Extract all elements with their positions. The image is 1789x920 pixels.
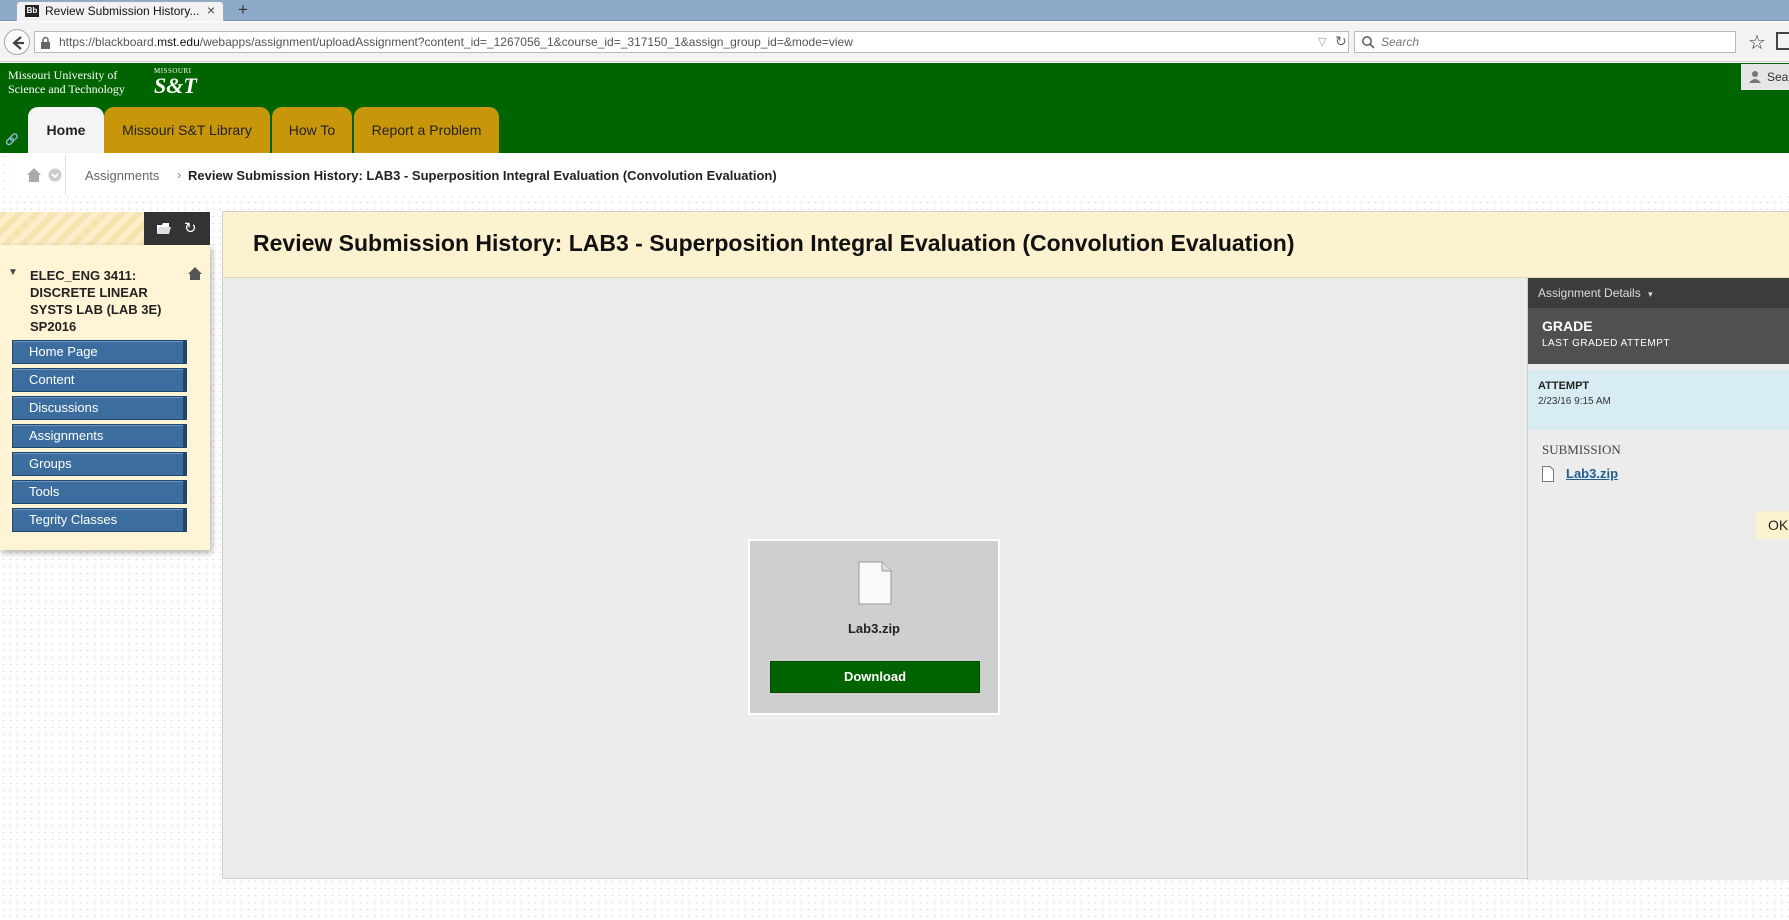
file-viewer-card: Lab3.zip Download [748,539,1000,715]
submission-label: SUBMISSION [1542,442,1621,457]
page-header: Review Submission History: LAB3 - Superp… [223,212,1789,278]
file-icon [1542,466,1554,482]
course-title-line: ELEC_ENG 3411: [30,268,137,283]
menu-item-discussions[interactable]: Discussions [12,396,187,420]
bookmark-star-icon[interactable]: ☆ [1748,30,1766,55]
course-menu: ▼ ELEC_ENG 3411: DISCRETE LINEAR SYSTS L… [0,245,210,550]
tab-library[interactable]: Missouri S&T Library [104,107,270,153]
folder-view-icon[interactable] [156,222,172,235]
logo-mark: S&T [154,73,197,98]
site-header: Missouri University of Science and Techn… [0,63,1789,153]
grade-section: GRADE LAST GRADED ATTEMPT [1528,308,1789,364]
snt-logo[interactable]: MISSOURI S&T [154,67,197,99]
browser-search-bar[interactable]: Search [1354,31,1736,53]
course-title-line: SYSTS LAB (LAB 3E) [30,302,162,317]
chevron-down-icon: ▾ [1648,289,1653,299]
menu-item-content[interactable]: Content [12,368,187,392]
course-menu-tools: ↻ [144,212,210,245]
back-arrow-icon[interactable] [4,29,30,55]
logo-line-2: Science and Technology [8,82,125,96]
search-placeholder: Search [1381,35,1420,49]
grade-subtitle: LAST GRADED ATTEMPT [1542,338,1671,349]
browser-tab-bar: Bb Review Submission History... × + [0,0,1789,21]
lock-icon [40,36,51,49]
breadcrumb-home-icon[interactable] [26,167,62,183]
assignment-details-toggle[interactable]: Assignment Details ▾ [1528,278,1789,308]
submission-review-panel: Review Submission History: LAB3 - Superp… [222,211,1789,880]
browser-tab[interactable]: Bb Review Submission History... × [16,1,224,21]
close-tab-icon[interactable]: × [207,2,215,18]
breadcrumb-assignments[interactable]: Assignments [85,168,159,183]
breadcrumb-separator: › [177,167,182,182]
menu-item-groups[interactable]: Groups [12,452,187,476]
browser-nav-bar: https://blackboard.mst.edu/webapps/assig… [0,22,1789,62]
user-menu-button[interactable]: Sea [1741,64,1789,90]
course-home-icon[interactable] [188,267,202,280]
breadcrumb-bar: Assignments › Review Submission History:… [0,153,1789,199]
reload-icon[interactable]: ↻ [1335,33,1347,50]
breadcrumb-current: Review Submission History: LAB3 - Superp… [188,168,777,183]
collapse-caret-icon[interactable]: ▼ [8,267,18,278]
tab-title: Review Submission History... [45,4,200,18]
menu-item-home-page[interactable]: Home Page [12,340,187,364]
assignment-details-panel: Assignment Details ▾ GRADE LAST GRADED A… [1527,278,1789,880]
tab-how-to[interactable]: How To [272,107,352,153]
course-title-line: SP2016 [30,319,77,334]
download-button[interactable]: Download [770,661,980,693]
dropdown-arrow-icon[interactable]: ▽ [1318,35,1326,48]
refresh-icon[interactable]: ↻ [184,219,197,237]
file-icon [858,561,892,605]
breadcrumb-divider [65,155,66,195]
user-menu-label: Sea [1767,70,1789,84]
search-icon [1361,35,1375,49]
course-title[interactable]: ELEC_ENG 3411: DISCRETE LINEAR SYSTS LAB… [30,267,170,335]
blackboard-favicon-icon: Bb [25,5,39,17]
tab-home[interactable]: Home [28,107,104,153]
submission-file-link[interactable]: Lab3.zip [1566,466,1618,481]
attempt-date: 2/23/16 9:15 AM [1538,396,1611,407]
tab-report-problem[interactable]: Report a Problem [354,107,499,153]
menu-item-tegrity-classes[interactable]: Tegrity Classes [12,508,187,532]
grade-title: GRADE [1542,318,1593,334]
ok-button[interactable]: OK [1756,511,1789,539]
attempt-item[interactable]: ATTEMPT 2/23/16 9:15 AM [1528,370,1789,430]
new-tab-icon[interactable]: + [232,0,254,20]
course-title-line: DISCRETE LINEAR [30,285,148,300]
assignment-details-label: Assignment Details [1538,286,1641,300]
url-text: https://blackboard.mst.edu/webapps/assig… [59,35,853,49]
user-icon [1749,70,1761,83]
file-name: Lab3.zip [847,621,900,636]
link-icon[interactable]: 🔗 [5,133,19,146]
breadcrumb: Assignments › Review Submission History:… [12,155,1789,195]
attempt-title: ATTEMPT [1538,380,1590,392]
menu-item-assignments[interactable]: Assignments [12,424,187,448]
university-logo-text[interactable]: Missouri University of Science and Techn… [8,68,125,96]
menu-item-tools[interactable]: Tools [12,480,187,504]
logo-line-1: Missouri University of [8,68,118,82]
reading-list-icon[interactable] [1776,32,1789,50]
page-title: Review Submission History: LAB3 - Superp… [253,230,1295,256]
address-bar[interactable]: https://blackboard.mst.edu/webapps/assig… [34,31,1349,53]
